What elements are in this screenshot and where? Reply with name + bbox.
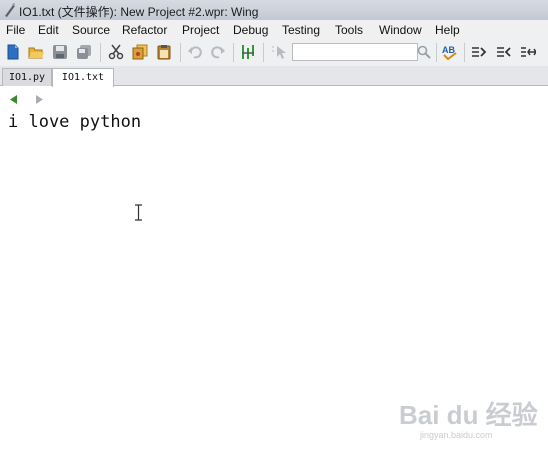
copy-icon[interactable] bbox=[132, 44, 148, 60]
editor-line-1[interactable]: i love python bbox=[8, 112, 141, 132]
menu-debug[interactable]: Debug bbox=[233, 23, 268, 37]
menu-edit[interactable]: Edit bbox=[38, 23, 59, 37]
save-all-icon[interactable] bbox=[76, 44, 92, 60]
text-cursor-icon bbox=[134, 204, 143, 221]
new-file-icon[interactable] bbox=[5, 44, 21, 60]
wing-app-icon bbox=[3, 2, 17, 18]
redo-icon[interactable] bbox=[210, 44, 226, 60]
paste-icon[interactable] bbox=[156, 44, 172, 60]
nav-back-arrow-icon[interactable] bbox=[8, 92, 19, 104]
window-title: IO1.txt (文件操作): New Project #2.wpr: Wing bbox=[19, 5, 259, 19]
menu-bar: File Edit Source Refactor Project Debug … bbox=[0, 20, 548, 39]
watermark-url: jingyan.baidu.com bbox=[420, 430, 493, 440]
menu-window[interactable]: Window bbox=[379, 23, 422, 37]
undo-icon[interactable] bbox=[187, 44, 203, 60]
toolbar-search-input[interactable] bbox=[292, 43, 418, 61]
toolbar-divider bbox=[233, 43, 234, 62]
watermark-logo: Bai du 经验 bbox=[399, 400, 538, 430]
editor-tab-bar: IO1.py IO1.txt bbox=[0, 66, 548, 87]
cut-icon[interactable] bbox=[108, 44, 124, 60]
select-pointer-icon[interactable] bbox=[271, 44, 287, 60]
menu-project[interactable]: Project bbox=[182, 23, 219, 37]
toolbar-divider bbox=[436, 43, 437, 62]
menu-file[interactable]: File bbox=[6, 23, 25, 37]
toolbar-divider bbox=[180, 43, 181, 62]
menu-tools[interactable]: Tools bbox=[335, 23, 363, 37]
indent-right-icon[interactable] bbox=[471, 44, 487, 60]
open-folder-icon[interactable] bbox=[28, 44, 44, 60]
tab-io1-py[interactable]: IO1.py bbox=[2, 68, 52, 86]
svg-text:AB: AB bbox=[442, 45, 455, 55]
indent-left-icon[interactable] bbox=[496, 44, 512, 60]
search-icon[interactable] bbox=[416, 44, 432, 60]
title-bar: IO1.txt (文件操作): New Project #2.wpr: Wing bbox=[0, 0, 548, 20]
toolbar-divider bbox=[263, 43, 264, 62]
nav-forward-arrow-icon[interactable] bbox=[34, 92, 45, 104]
menu-testing[interactable]: Testing bbox=[282, 23, 320, 37]
indent-guide-icon[interactable] bbox=[240, 44, 256, 60]
toolbar: AB bbox=[0, 39, 548, 67]
toolbar-divider bbox=[464, 43, 465, 62]
spell-check-icon[interactable]: AB bbox=[442, 44, 458, 60]
menu-source[interactable]: Source bbox=[72, 23, 110, 37]
menu-refactor[interactable]: Refactor bbox=[122, 23, 167, 37]
toolbar-divider bbox=[100, 43, 101, 62]
menu-help[interactable]: Help bbox=[435, 23, 460, 37]
tab-io1-txt[interactable]: IO1.txt bbox=[52, 68, 114, 87]
indent-toggle-icon[interactable] bbox=[520, 44, 536, 60]
save-icon[interactable] bbox=[52, 44, 68, 60]
